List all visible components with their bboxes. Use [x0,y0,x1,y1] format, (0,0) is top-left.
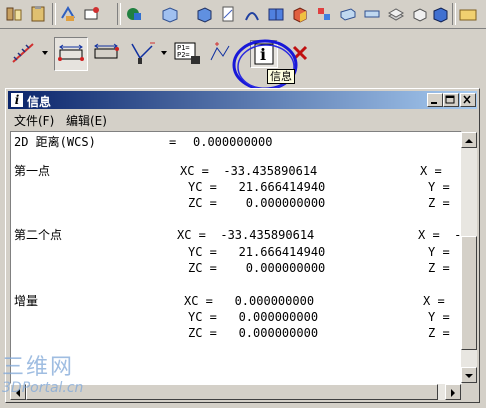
measure-projected-icon[interactable] [90,37,122,69]
menu-file[interactable]: 文件(F) [14,112,54,129]
first-point-y: Y = [428,180,450,194]
scroll-right-button[interactable] [445,384,461,400]
snap-icon[interactable] [4,4,24,24]
second-point-z: Z = [428,261,450,275]
second-point-yc: YC = 21.666414940 [188,245,326,259]
delta-xc: XC = 0.000000000 [184,294,315,308]
watermark: 三维网 3DPortal.cn [2,355,84,397]
second-point-zc: ZC = 0.000000000 [188,261,326,275]
menu-bar: 文件(F) 编辑(E) [8,110,477,129]
folder-icon[interactable] [458,4,478,24]
cube-blue-icon[interactable] [194,4,214,24]
menu-edit[interactable]: 编辑(E) [66,112,107,129]
first-point-yc: YC = 21.666414940 [188,180,326,194]
size-grip[interactable] [461,384,477,400]
first-point-xc: XC = -33.435890614 [180,164,318,178]
document-icon[interactable] [218,4,238,24]
first-point-z: Z = [428,196,450,210]
measure-length-icon[interactable] [54,37,88,71]
chevron-down-icon[interactable] [161,51,167,55]
delta-label: 增量 [14,294,39,308]
box-view-icon[interactable] [160,4,180,24]
layers-icon[interactable] [386,4,406,24]
minimize-button[interactable] [427,93,443,107]
clipboard-icon[interactable] [28,4,48,24]
book-icon[interactable] [266,4,286,24]
solid-shade-icon[interactable] [124,4,144,24]
distance-value: 0.000000000 [193,135,273,149]
first-point-x: X = [420,164,442,178]
close-button[interactable] [460,93,476,107]
delta-x: X = [423,294,445,308]
info-text-area[interactable]: 2D 距离(WCS) = 0.000000000 第一点 XC = -33.43… [10,131,462,384]
scroll-down-button[interactable] [461,367,477,383]
main-toolbar [0,0,486,29]
watermark-line1: 三维网 [2,355,75,380]
measure-distance-icon[interactable] [8,37,40,69]
watermark-line2: 3DPortal.cn [2,380,84,396]
extrude-icon[interactable] [338,4,358,24]
delta-z: Z = [428,326,450,340]
second-point-x: X = - [418,228,462,242]
vertical-scrollbar[interactable] [461,132,477,383]
colored-cube-icon[interactable] [290,4,310,24]
delta-zc: ZC = 0.000000000 [188,326,319,340]
rotate-icon[interactable] [58,4,78,24]
horizontal-scroll-thumb[interactable] [26,384,438,400]
tooltip: 信息 [267,69,295,84]
shaded-cube-icon[interactable] [430,4,450,24]
highlight-circle [232,39,298,91]
first-point-zc: ZC = 0.000000000 [188,196,326,210]
info-icon: i [11,93,23,107]
assembly-icon[interactable] [314,4,334,24]
second-point-y: Y = [428,245,450,259]
svg-text:P2=: P2= [177,51,190,59]
delta-y: Y = [428,310,450,324]
window-title: 信息 [27,95,52,109]
point-list-icon[interactable]: P1= P2= [172,37,204,69]
maximize-button[interactable] [443,93,459,107]
measure-angle-icon[interactable] [127,37,159,69]
scroll-up-button[interactable] [461,132,477,148]
second-point-label: 第二个点 [14,228,63,242]
stack-icon[interactable] [410,4,430,24]
window-titlebar[interactable]: i 信息 [8,91,477,109]
delta-yc: YC = 0.000000000 [188,310,319,324]
second-point-xc: XC = -33.435890614 [177,228,315,242]
distance-equals: = [169,135,177,149]
first-point-label: 第一点 [14,164,51,178]
vertical-scroll-thumb[interactable] [461,236,477,350]
view-options-icon[interactable] [82,4,102,24]
distance-label: 2D 距离(WCS) [14,135,96,149]
slab-icon[interactable] [362,4,382,24]
arc-icon[interactable] [242,4,262,24]
chevron-down-icon[interactable] [42,51,48,55]
